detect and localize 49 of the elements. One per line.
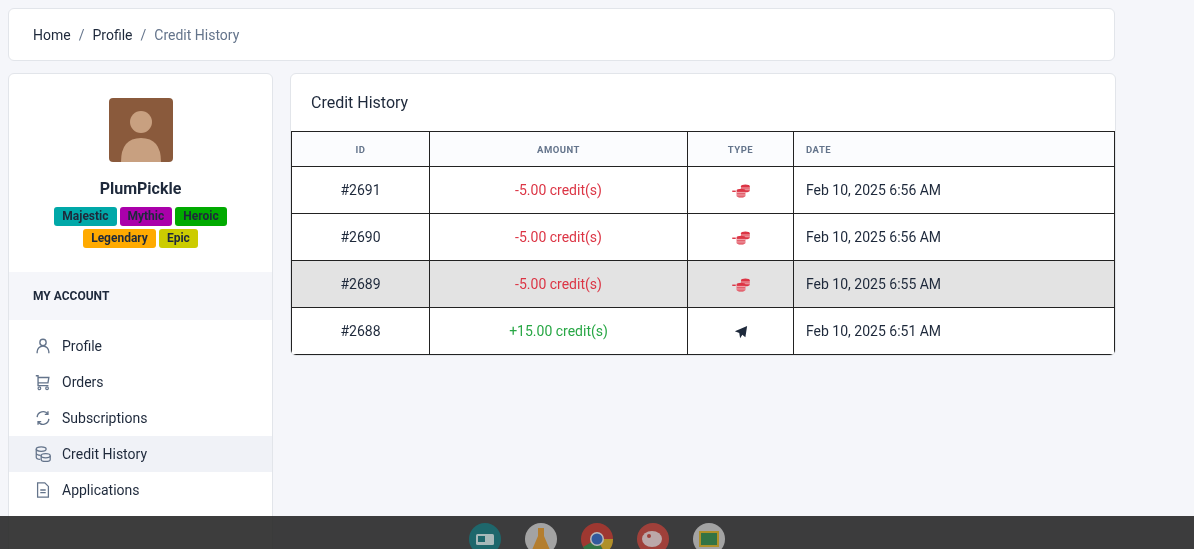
table-cell: Feb 10, 2025 6:56 AM bbox=[793, 166, 1115, 214]
rank-badge: Legendary bbox=[83, 229, 156, 248]
user-icon bbox=[34, 337, 52, 355]
table-row[interactable]: #2690 -5.00 credit(s) Feb 10, 2025 6:56 AM bbox=[291, 213, 1115, 261]
rank-badge: Majestic bbox=[54, 207, 117, 226]
column-header: ID bbox=[291, 131, 430, 167]
card-app-icon[interactable] bbox=[468, 522, 502, 549]
sidebar-item[interactable]: Applications bbox=[9, 472, 272, 508]
card-title: Credit History bbox=[310, 92, 410, 114]
refresh-icon bbox=[34, 409, 52, 427]
sidebar-item[interactable]: Profile bbox=[9, 328, 272, 364]
username: PlumPickle bbox=[99, 179, 182, 198]
column-header: DATE bbox=[793, 131, 1115, 167]
browser-app-icon[interactable] bbox=[580, 522, 614, 549]
rank-badge: Heroic bbox=[175, 207, 227, 226]
document-icon bbox=[34, 481, 52, 499]
palette-app-icon[interactable] bbox=[636, 522, 670, 549]
flask-app-icon[interactable] bbox=[524, 522, 558, 549]
sidebar-item[interactable]: Orders bbox=[9, 364, 272, 400]
classroom-app-icon[interactable] bbox=[692, 522, 726, 549]
avatar bbox=[108, 98, 173, 162]
rank-badge: Epic bbox=[158, 229, 198, 248]
column-header: TYPE bbox=[687, 131, 794, 167]
table-cell: -5.00 credit(s) bbox=[429, 166, 688, 214]
sidebar-item[interactable]: Credit History bbox=[9, 436, 272, 472]
table-row[interactable]: #2691 -5.00 credit(s) Feb 10, 2025 6:56 AM bbox=[291, 166, 1115, 214]
table-cell: -5.00 credit(s) bbox=[429, 260, 688, 308]
table-cell: #2688 bbox=[291, 307, 430, 355]
table-cell: +15.00 credit(s) bbox=[429, 307, 688, 355]
table-cell: #2690 bbox=[291, 213, 430, 261]
column-header: AMOUNT bbox=[429, 131, 688, 167]
table-cell: Feb 10, 2025 6:55 AM bbox=[793, 260, 1115, 308]
table-cell: #2689 bbox=[291, 260, 430, 308]
table-row[interactable]: #2688 +15.00 credit(s) Feb 10, 2025 6:51 AM bbox=[291, 307, 1115, 355]
coins-icon bbox=[34, 445, 52, 463]
breadcrumb-separator: / bbox=[140, 26, 147, 43]
table-cell: Feb 10, 2025 6:51 AM bbox=[793, 307, 1115, 355]
rank-badge: Mythic bbox=[119, 207, 173, 226]
table-cell: #2691 bbox=[291, 166, 430, 214]
table-cell: Feb 10, 2025 6:56 AM bbox=[793, 213, 1115, 261]
table-cell: -5.00 credit(s) bbox=[429, 213, 688, 261]
sidebar-item[interactable]: Subscriptions bbox=[9, 400, 272, 436]
breadcrumb-current: Credit History bbox=[154, 26, 240, 43]
breadcrumb-separator: / bbox=[78, 26, 85, 43]
section-title: MY ACCOUNT bbox=[33, 289, 110, 303]
cart-icon bbox=[34, 373, 52, 391]
table-row[interactable]: #2689 -5.00 credit(s) Feb 10, 2025 6:55 AM bbox=[291, 260, 1115, 308]
breadcrumb-link[interactable]: Profile bbox=[92, 26, 133, 43]
breadcrumb-link[interactable]: Home bbox=[33, 26, 71, 43]
